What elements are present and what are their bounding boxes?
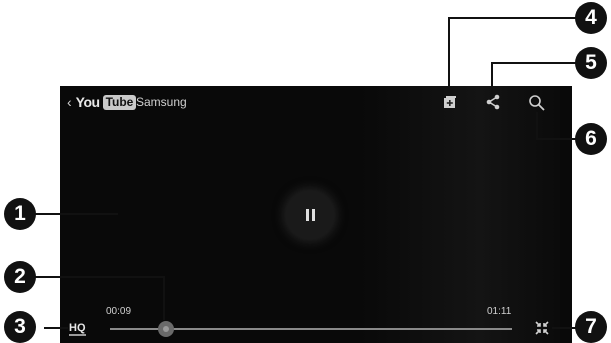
hq-toggle[interactable]: HQ xyxy=(69,322,86,336)
callout-6: 6 xyxy=(575,123,607,155)
add-to-playlist-icon[interactable] xyxy=(443,95,457,109)
pause-button[interactable] xyxy=(287,192,333,238)
exit-fullscreen-icon[interactable] xyxy=(535,321,549,335)
progress-thumb[interactable] xyxy=(158,321,174,337)
callout-3: 3 xyxy=(4,311,36,343)
channel-name: Samsung xyxy=(136,95,187,109)
callout-4: 4 xyxy=(575,2,607,34)
current-time: 00:09 xyxy=(106,306,132,317)
video-frame-shading xyxy=(360,86,560,343)
logo-you: You xyxy=(75,94,100,110)
youtube-logo[interactable]: ‹ You Tube xyxy=(67,94,137,110)
back-chevron-icon: ‹ xyxy=(67,94,72,110)
logo-tube: Tube xyxy=(102,94,137,110)
pause-icon xyxy=(305,209,309,221)
search-icon[interactable] xyxy=(528,94,546,112)
callout-1: 1 xyxy=(4,198,36,230)
callout-2: 2 xyxy=(4,261,36,293)
callout-7: 7 xyxy=(575,311,607,343)
callout-5: 5 xyxy=(575,47,607,79)
share-icon[interactable] xyxy=(485,94,501,110)
total-time: 01:11 xyxy=(487,306,512,317)
